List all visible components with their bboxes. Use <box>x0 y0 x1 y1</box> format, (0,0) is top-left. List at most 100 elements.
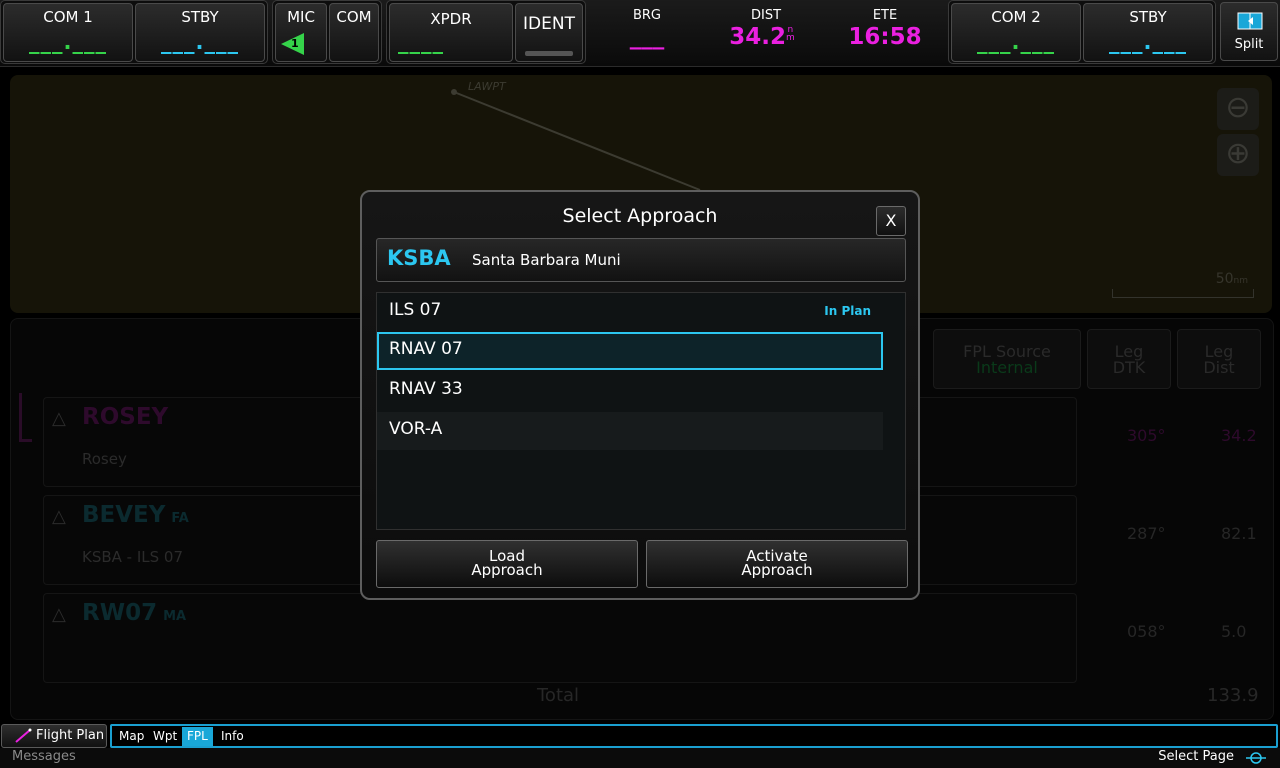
minus-icon: ⊖ <box>1225 90 1251 125</box>
load-approach-button[interactable]: Load Approach <box>376 540 638 588</box>
approach-name: RNAV 07 <box>389 339 463 359</box>
activate-approach-button[interactable]: Activate Approach <box>646 540 908 588</box>
dist-unit: nm <box>785 26 795 43</box>
approach-name: ILS 07 <box>389 300 442 320</box>
knob-icon[interactable] <box>1246 751 1266 765</box>
leg-dist-rosey: 34.2 <box>1221 426 1257 445</box>
status-bar: Messages Select Page <box>0 748 1280 768</box>
approach-item-vor-a[interactable]: VOR-A <box>377 412 883 450</box>
select-page-label: Select Page <box>1158 749 1234 764</box>
map-scale: 50nm <box>1216 271 1248 287</box>
split-screen-icon <box>1237 12 1263 30</box>
leg-dist-bevey: 82.1 <box>1221 524 1257 543</box>
leg-name: BEVEY FA <box>82 502 189 528</box>
waypoint-triangle-icon: △ <box>52 506 66 527</box>
mic-button[interactable]: MIC 1 <box>275 3 327 62</box>
tab-fpl[interactable]: FPL <box>182 727 213 746</box>
com1-standby-button[interactable]: STBY ___.___ <box>135 3 265 62</box>
com1-standby-frequency: ___.___ <box>161 30 239 54</box>
airport-name: Santa Barbara Muni <box>472 251 621 269</box>
approach-list[interactable]: ILS 07 In Plan RNAV 07 RNAV 33 VOR-A <box>376 292 906 530</box>
leg-dist-rw07: 5.0 <box>1221 622 1247 641</box>
flight-plan-icon <box>15 728 32 743</box>
zoom-out-button[interactable]: ⊖ <box>1217 88 1259 130</box>
split-label: Split <box>1234 37 1264 52</box>
dist-label: DIST <box>750 8 782 23</box>
airport-selector[interactable]: KSBA Santa Barbara Muni <box>376 238 906 282</box>
dist-value-group: 34.2 n m <box>712 24 812 50</box>
mic-label: MIC <box>287 8 315 26</box>
brg-value: ___ <box>629 24 665 50</box>
airport-ident: KSBA <box>387 246 451 270</box>
flight-plan-label: Flight Plan <box>36 728 105 743</box>
map-scale-bar <box>1112 289 1254 298</box>
approach-item-rnav-33[interactable]: RNAV 33 <box>377 372 883 410</box>
page-tabs: Map Wpt FPL Info <box>110 724 1278 748</box>
leg-dist-label-2: Dist <box>1203 358 1235 377</box>
total-label: Total <box>537 685 580 706</box>
top-bar: COM 1 ___.___ STBY ___.___ MIC 1 COM XPD… <box>0 0 1280 67</box>
ete-value: 16:58 <box>848 24 922 50</box>
waypoint-triangle-icon: △ <box>52 604 66 625</box>
map-scale-value: 50 <box>1215 271 1234 287</box>
ident-indicator <box>525 51 573 56</box>
leg-dtk-bevey: 287° <box>1127 524 1166 543</box>
com2-group: COM 2 ___.___ STBY ___.___ <box>948 0 1216 64</box>
dialog-title: Select Approach <box>562 205 718 227</box>
total-value: 133.9 <box>1207 685 1259 706</box>
page-tab-bar: Flight Plan Map Wpt FPL Info <box>0 724 1280 748</box>
flight-plan-button[interactable]: Flight Plan <box>1 724 107 748</box>
fpl-source-header[interactable]: FPL Source Internal <box>933 329 1081 389</box>
leg-name-text: ROSEY <box>82 404 169 430</box>
in-plan-badge: In Plan <box>824 304 871 318</box>
audio-group: MIC 1 COM <box>272 0 382 64</box>
xpdr-group: XPDR ____ IDENT <box>386 0 586 64</box>
leg-dtk-rosey: 305° <box>1127 426 1166 445</box>
brg-label: BRG <box>632 8 662 23</box>
messages-button[interactable]: Messages <box>12 749 76 764</box>
com2-standby-frequency: ___.___ <box>1109 30 1187 54</box>
com2-frequency: ___.___ <box>977 30 1055 54</box>
close-icon: X <box>885 211 897 230</box>
com1-group: COM 1 ___.___ STBY ___.___ <box>0 0 268 64</box>
xpdr-label: XPDR <box>430 10 472 28</box>
leg-name: ROSEY <box>82 404 168 430</box>
close-button[interactable]: X <box>876 206 906 236</box>
approach-name: RNAV 33 <box>389 379 463 399</box>
tab-map[interactable]: Map <box>114 727 149 746</box>
leg-name-text: RW07 <box>82 600 158 626</box>
waypoint-triangle-icon: △ <box>52 408 66 429</box>
dist-unit-bottom: m <box>785 33 795 43</box>
ident-label: IDENT <box>523 14 575 34</box>
zoom-in-button[interactable]: ⊕ <box>1217 134 1259 176</box>
com1-standby-label: STBY <box>181 8 219 26</box>
tab-info[interactable]: Info <box>216 727 249 746</box>
active-leg-bracket <box>19 393 32 442</box>
com2-button[interactable]: COM 2 ___.___ <box>951 3 1081 62</box>
com-audio-button[interactable]: COM <box>329 3 379 62</box>
leg-row-rw07[interactable]: △ RW07 MA <box>43 593 1077 683</box>
leg-dtk-rw07: 058° <box>1127 622 1166 641</box>
activate-approach-label-2: Approach <box>741 561 813 579</box>
mic-number: 1 <box>291 37 299 50</box>
leg-dtk-header: Leg DTK <box>1087 329 1171 389</box>
tab-wpt[interactable]: Wpt <box>148 727 182 746</box>
ete-label: ETE <box>872 8 898 23</box>
approach-item-rnav-07[interactable]: RNAV 07 <box>377 332 883 370</box>
com2-standby-button[interactable]: STBY ___.___ <box>1083 3 1213 62</box>
xpdr-code: ____ <box>398 30 444 54</box>
ident-button[interactable]: IDENT <box>515 3 583 62</box>
xpdr-button[interactable]: XPDR ____ <box>389 3 513 62</box>
plus-icon: ⊕ <box>1225 136 1251 171</box>
leg-name: RW07 MA <box>82 600 186 626</box>
com2-label: COM 2 <box>991 8 1041 26</box>
select-approach-dialog: Select Approach X KSBA Santa Barbara Mun… <box>360 190 920 600</box>
com1-button[interactable]: COM 1 ___.___ <box>3 3 133 62</box>
approach-item-ils-07[interactable]: ILS 07 In Plan <box>377 293 883 331</box>
com1-frequency: ___.___ <box>29 30 107 54</box>
dist-value: 34.2 <box>729 24 786 50</box>
split-button[interactable]: Split <box>1220 2 1278 61</box>
map-waypoint-label: LAWPT <box>468 80 506 93</box>
leg-subtitle: Rosey <box>82 450 127 468</box>
com-audio-label: COM <box>336 8 372 26</box>
